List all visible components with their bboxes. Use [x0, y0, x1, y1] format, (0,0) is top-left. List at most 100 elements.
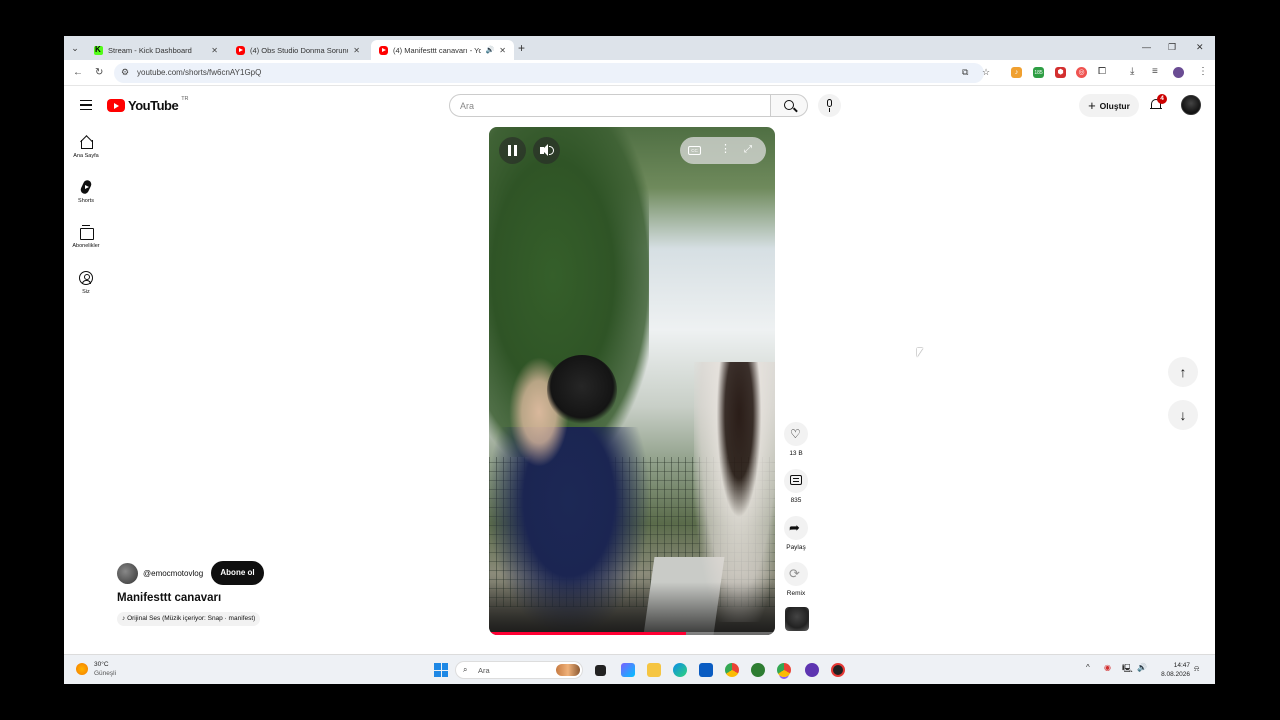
file-explorer-icon[interactable] [647, 663, 661, 677]
extensions-puzzle-icon[interactable]: ⧠ [1098, 66, 1106, 78]
remix-button[interactable]: ⟳ Remix [784, 562, 808, 597]
player-controls-pill: CC ⋮ ⤢ [680, 137, 766, 164]
app-icon[interactable] [751, 663, 765, 677]
share-label: Paylaş [786, 544, 806, 551]
downloads-icon[interactable]: ⤓ [1130, 66, 1134, 78]
search-placeholder: Ara [460, 101, 475, 111]
notification-center-icon[interactable]: ⍾ [1194, 664, 1199, 674]
account-avatar[interactable] [1181, 95, 1201, 115]
extension-icon[interactable]: ♪ [1011, 67, 1022, 78]
media-control-icon[interactable]: ≡ [1152, 66, 1158, 78]
store-icon[interactable] [699, 663, 713, 677]
copilot-icon[interactable] [621, 663, 635, 677]
audio-chip[interactable]: ♪ Orijinal Ses (Müzik içeriyor: Snap · m… [117, 612, 261, 626]
sidebar-item-home[interactable]: Ana Sayfa [64, 135, 108, 159]
minimize-icon[interactable]: — [1142, 42, 1151, 52]
search-button[interactable] [770, 94, 808, 117]
start-button[interactable] [434, 663, 448, 677]
short-video-player[interactable]: CC ⋮ ⤢ [489, 127, 775, 635]
restore-icon[interactable]: ❐ [1168, 42, 1176, 53]
previous-short-button[interactable]: ↑ [1168, 357, 1198, 387]
tab-title: (4) Manifesttt canavarı - Yo [393, 45, 481, 55]
close-window-icon[interactable]: ✕ [1196, 42, 1204, 53]
network-icon[interactable]: 🖳 [1122, 663, 1133, 677]
search-icon [784, 100, 794, 110]
video-progress-bar[interactable] [489, 632, 775, 635]
extension-badge-icon[interactable]: 185 [1033, 67, 1044, 78]
subscriptions-icon [79, 225, 94, 240]
heart-icon: ♡ [790, 427, 801, 441]
arrow-down-icon: ↓ [1179, 407, 1187, 423]
subscribe-button[interactable]: Abone ol [211, 561, 264, 585]
close-tab-icon[interactable]: ✕ [353, 46, 360, 55]
channel-name[interactable]: @emocmotovlog [143, 569, 203, 578]
browser-menu-icon[interactable]: ⋮ [1198, 66, 1208, 78]
more-options-icon[interactable]: ⋮ [720, 143, 731, 155]
tab-audio-icon[interactable]: 🔊 [486, 46, 495, 54]
next-short-button[interactable]: ↓ [1168, 400, 1198, 430]
sidebar-item-you[interactable]: Siz [64, 271, 108, 295]
address-bar[interactable]: ⚙ youtube.com/shorts/fw6cnAY1GpQ ⧉ ☆ [114, 63, 990, 83]
captions-icon[interactable]: CC [688, 146, 701, 155]
volume-button[interactable] [533, 137, 560, 164]
browser-tab-manifest[interactable]: (4) Manifesttt canavarı - Yo 🔊 ✕ [371, 40, 514, 60]
close-tab-icon[interactable]: ✕ [499, 46, 506, 55]
search-input[interactable]: Ara [449, 94, 771, 117]
volume-tray-icon[interactable]: 🔊 [1137, 663, 1147, 672]
tab-search-chevron-icon[interactable]: ⌄ [68, 41, 82, 55]
channel-avatar[interactable] [117, 563, 138, 584]
app-icon[interactable] [805, 663, 819, 677]
tab-title: (4) Obs Studio Donma Sorunu [250, 45, 349, 55]
share-button[interactable]: ➦ Paylaş [784, 516, 808, 551]
browser-tab-kick[interactable]: Stream - Kick Dashboard ✕ [86, 40, 226, 60]
video-progress-fill [489, 632, 687, 635]
adblock-icon[interactable]: ⬢ [1055, 67, 1066, 78]
audio-thumbnail[interactable] [785, 607, 809, 631]
back-icon[interactable]: ← [73, 66, 83, 80]
browser-tab-strip: ⌄ Stream - Kick Dashboard ✕ (4) Obs Stud… [64, 36, 1215, 60]
extension-icon[interactable]: ◎ [1076, 67, 1087, 78]
notifications-button[interactable]: 4 [1149, 94, 1167, 112]
sidebar-item-label: Siz [82, 289, 90, 295]
pause-button[interactable] [499, 137, 526, 164]
chrome-icon[interactable] [725, 663, 739, 677]
fullscreen-icon[interactable]: ⤢ [744, 144, 752, 155]
like-button[interactable]: ♡ 13 B [784, 422, 808, 457]
url-text[interactable]: youtube.com/shorts/fw6cnAY1GpQ [137, 68, 261, 77]
install-app-icon[interactable]: ⧉ [962, 67, 968, 78]
comment-count: 835 [790, 497, 802, 504]
reload-icon[interactable]: ↻ [95, 66, 103, 80]
system-clock[interactable]: 14:47 8.08.2026 [1156, 661, 1190, 679]
tray-chevron-icon[interactable]: ^ [1086, 663, 1090, 672]
browser-tab-obs[interactable]: (4) Obs Studio Donma Sorunu ✕ [228, 40, 368, 60]
hamburger-menu-icon[interactable] [80, 100, 92, 110]
chrome-active-icon[interactable] [777, 663, 791, 677]
bell-base [1150, 108, 1162, 110]
microphone-icon [827, 99, 832, 107]
task-view-icon[interactable] [595, 665, 606, 676]
plus-icon: + [1088, 98, 1096, 113]
tray-app-icon[interactable]: ◉ [1104, 663, 1111, 672]
youtube-logo[interactable]: YouTube TR [107, 96, 189, 113]
weather-condition: Güneşli [94, 670, 117, 677]
new-tab-button[interactable]: + [518, 41, 525, 55]
sidebar-item-subscriptions[interactable]: Abonelikler [64, 225, 108, 249]
sun-icon [76, 663, 88, 675]
obs-icon[interactable] [831, 663, 845, 677]
close-tab-icon[interactable]: ✕ [211, 46, 218, 55]
profile-avatar[interactable] [1173, 67, 1184, 78]
video-frame-shadow [489, 582, 775, 635]
site-info-icon[interactable]: ⚙ [121, 67, 129, 78]
voice-search-button[interactable] [818, 94, 841, 117]
sidebar-item-shorts[interactable]: Shorts [64, 180, 108, 204]
comments-button[interactable]: 835 [784, 469, 808, 504]
windows-logo-icon [434, 663, 441, 670]
taskbar-search[interactable]: ⌕ Ara [455, 661, 583, 679]
create-button[interactable]: + Oluştur [1079, 94, 1139, 117]
edge-icon[interactable] [673, 663, 687, 677]
clock-time: 14:47 [1173, 662, 1190, 669]
windows-logo-icon [434, 670, 441, 677]
share-icon: ➦ [789, 520, 800, 535]
bookmark-star-icon[interactable]: ☆ [982, 67, 990, 78]
browser-toolbar: ← ↻ ⚙ youtube.com/shorts/fw6cnAY1GpQ ⧉ ☆… [64, 60, 1215, 86]
